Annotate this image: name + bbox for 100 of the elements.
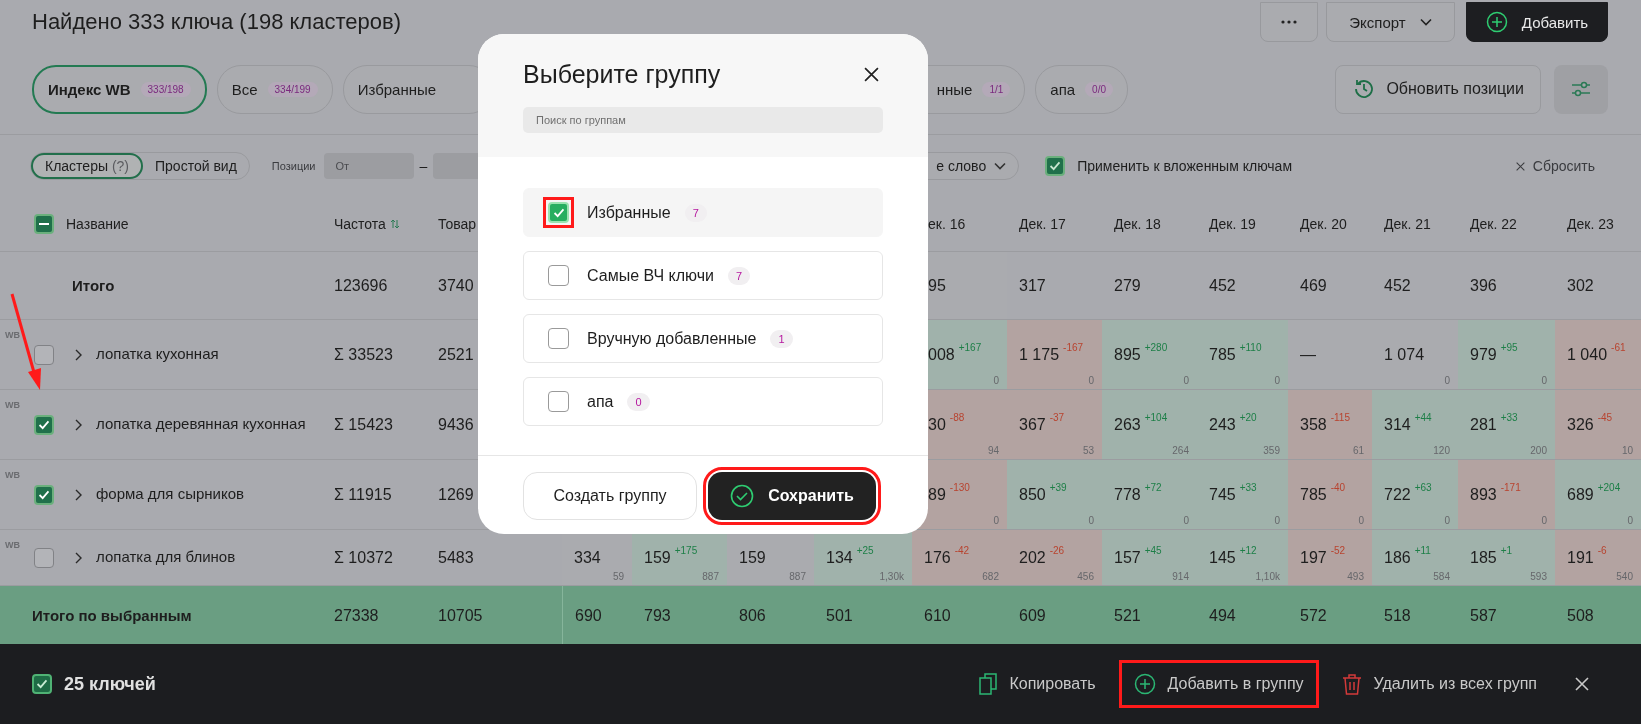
selected-totals-label: Итого по выбранным [32,607,192,624]
table-cell: 279 [1114,276,1141,295]
table-cell: 302 [1567,276,1594,295]
close-icon [864,67,879,82]
count-badge: 1 [770,329,793,348]
sliders-icon [1570,79,1592,99]
table-cell: 1269 [438,485,474,504]
checkbox[interactable] [548,391,569,412]
view-mode-tab[interactable]: Кластеры (?) [31,153,143,179]
count-badge: 0 [627,392,650,411]
refresh-positions-button[interactable]: Обновить позиции [1335,64,1541,114]
table-cell: 979 +95 0 [1458,320,1555,389]
table-cell: 521 [1114,606,1141,625]
group-option[interactable]: апа 0 [523,377,883,426]
count-badge: 334/199 [267,81,318,97]
chevron-right-icon[interactable] [74,418,82,431]
table-cell: 722 +63 0 [1372,460,1458,529]
totals-label: Итого [72,277,115,294]
add-button[interactable]: Добавить [1466,2,1608,42]
dialog-title: Выберите группу [523,60,721,89]
chevron-down-icon [1419,18,1432,26]
table-cell: 572 [1300,606,1327,625]
checkbox[interactable] [32,674,52,694]
chevron-right-icon[interactable] [74,348,82,361]
minus-icon [38,222,50,226]
group-name: апа [587,392,614,411]
close-icon [1515,161,1525,171]
table-cell: 186 +11 584 [1372,530,1458,585]
tab[interactable]: Индекс WB 333/198 [32,64,207,114]
checkbox[interactable] [34,547,54,568]
group-option[interactable]: Избранные 7 [523,188,883,237]
column-header: Дек. 23 [1567,216,1614,232]
group-option[interactable]: Самые ВЧ ключи 7 [523,251,883,300]
group-name: Самые ВЧ ключи [587,266,714,285]
checkbox[interactable] [34,414,54,435]
table-cell: 263 +104 264 [1102,390,1197,459]
keyword-name: форма для сырников [96,484,244,505]
column-header: Дек. 17 [1019,216,1066,232]
close-icon [1575,677,1589,691]
table-cell: Σ 10372 [334,548,393,567]
column-header: Дек. 21 [1384,216,1431,232]
column-header[interactable]: Частота [334,216,386,232]
group-option[interactable]: Вручную добавленные 1 [523,314,883,363]
source-tag: WB [5,400,20,410]
table-cell: Σ 15423 [334,415,393,434]
create-group-button[interactable]: Создать группу [523,472,697,520]
table-cell: 1 040 -61 [1555,320,1641,389]
checkbox-label: Применить к вложенным ключам [1077,158,1293,174]
table-cell: 609 [1019,606,1046,625]
source-tag: WB [5,330,20,340]
chevron-right-icon[interactable] [74,488,82,501]
count-badge: 333/198 [140,81,191,97]
table-cell: 157 +45 914 [1102,530,1197,585]
column-header: Дек. 22 [1470,216,1517,232]
selected-count: 25 ключей [64,673,156,695]
page-title: Найдено 333 ключа (198 кластеров) [32,9,402,35]
remove-from-groups-button[interactable]: Удалить из всех групп [1329,663,1549,705]
source-tag: WB [5,470,20,480]
export-dropdown[interactable]: Экспорт [1326,2,1455,42]
checkbox[interactable] [34,344,54,365]
table-cell: 145 +12 1,10k [1197,530,1288,585]
count-badge: 1/1 [982,81,1011,97]
chevron-down-icon [994,162,1007,170]
checkbox[interactable] [1045,156,1066,176]
table-cell: 317 [1019,276,1046,295]
checkbox[interactable] [34,484,54,505]
view-mode-tab[interactable]: Простой вид [143,153,249,179]
checkbox[interactable] [34,214,54,234]
table-cell: 793 [644,606,671,625]
table-cell: 785 -40 0 [1288,460,1372,529]
table-cell: 27338 [334,606,379,625]
table-cell: 176 -42 682 [912,530,1007,585]
chevron-right-icon[interactable] [74,551,82,564]
tab[interactable]: апа 0/0 [1035,64,1128,114]
add-to-group-button[interactable]: Добавить в группу [1121,663,1316,705]
table-cell: 314 +44 120 [1372,390,1458,459]
table-cell: 3740 [438,276,474,295]
table-cell: 281 +33 200 [1458,390,1555,459]
checkbox[interactable] [548,265,569,286]
column-header: Название [66,216,129,232]
checkbox[interactable] [548,328,569,349]
table-cell: 202 -26 456 [1007,530,1102,585]
column-header[interactable]: Товар [438,216,477,232]
group-name: Вручную добавленные [587,329,757,348]
copy-icon [979,673,998,695]
copy-button[interactable]: Копировать [967,663,1108,705]
range-dash: – [419,158,428,174]
reset-button[interactable]: Сбросить [1509,157,1601,175]
plus-circle-icon [1485,11,1508,33]
from-field[interactable]: От [323,153,414,179]
table-cell: 185 +1 593 [1458,530,1555,585]
table-cell: Σ 11915 [334,485,392,504]
column-header: ек. 16 [928,216,966,232]
column-header: Дек. 20 [1300,216,1347,232]
search-field[interactable]: Поиск по группам [523,107,883,133]
count-badge: 7 [728,266,751,285]
table-cell: 689 +204 0 [1555,460,1641,529]
table-cell: 690 [575,606,602,625]
table-cell: 452 [1384,276,1411,295]
tab[interactable]: Все 334/199 [216,64,333,114]
